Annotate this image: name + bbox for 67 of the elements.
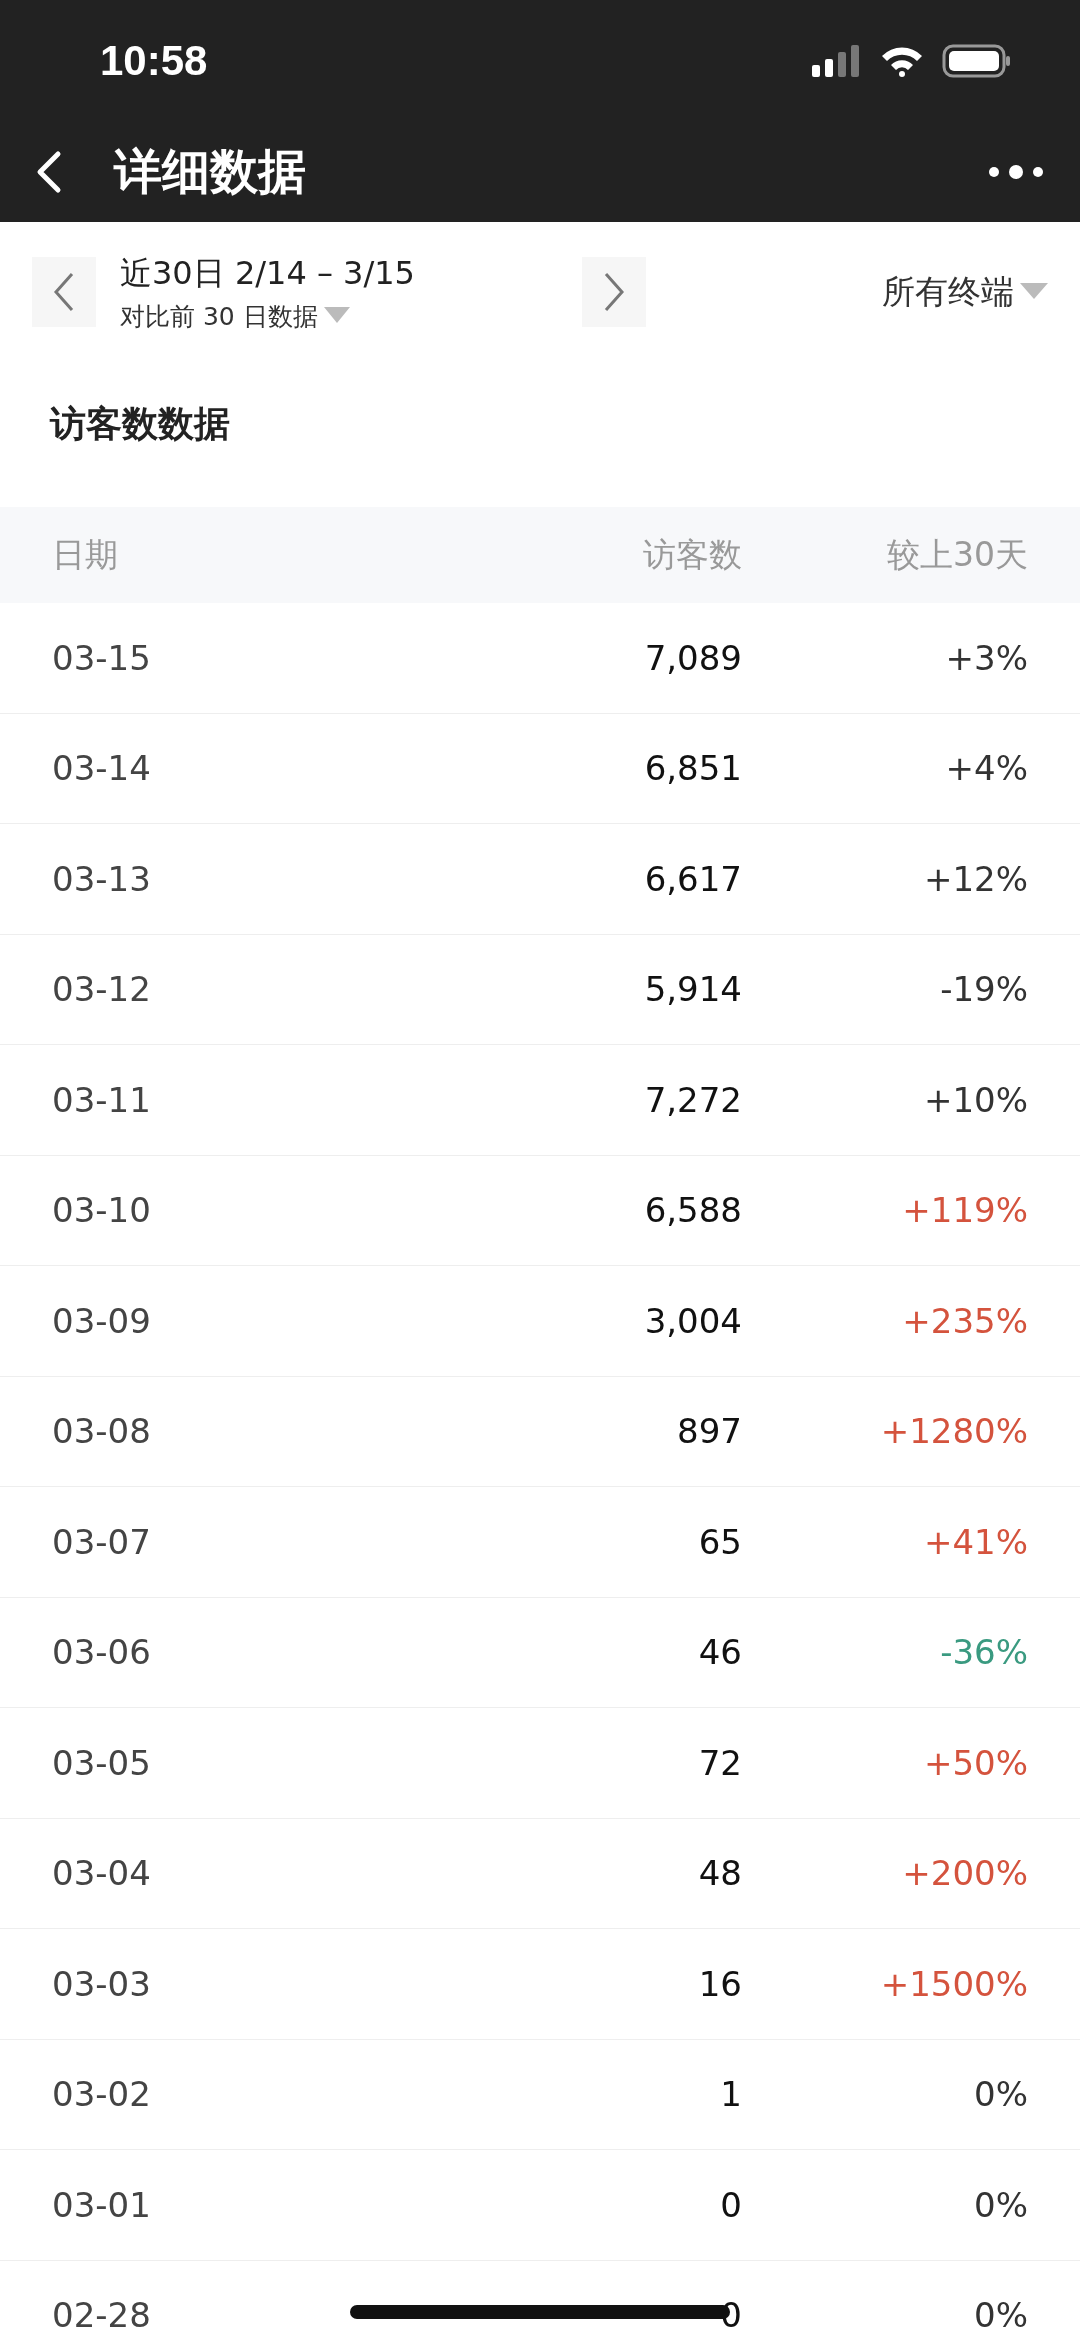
date-cell-text: 03-09 [52,1300,152,1341]
back-icon[interactable] [36,150,62,194]
date-cell-text: 03-11 [52,1079,152,1120]
next-button[interactable] [582,257,646,327]
visitor-count-cell-text: 6,588 [643,1190,742,1231]
visitor-count-cell-text: 48 [697,1853,742,1894]
visitor-count-cell-text: 897 [676,1411,742,1452]
change-cell-text: +200% [901,1853,1028,1894]
visitor-count-cell-text: 3,004 [643,1300,742,1341]
column-header: 访客数 [642,533,742,576]
change-cell-text: +41% [922,1521,1028,1562]
page-title: 详细数据 [114,142,306,201]
date-range: 近30日 2/14 – 3/15 [120,252,416,294]
visitor-count-cell-text: 6,617 [643,858,742,899]
status-time: 10:58 [100,37,208,85]
dropdown-triangle-icon [1020,283,1048,301]
change-cell-text: +1500% [879,1963,1028,2004]
dropdown-triangle-icon [323,307,350,325]
date-cell-text: 03-05 [52,1742,152,1783]
date-cell-text: 03-06 [52,1632,152,1673]
column-header: 较上30天 [886,533,1028,576]
wifi-icon [880,45,924,77]
change-cell-text: +12% [922,858,1028,899]
change-cell-text: +235% [901,1300,1028,1341]
change-cell-text: 0% [973,2295,1028,2336]
signal-icon [812,45,862,77]
visitor-count-cell-text: 7,089 [643,637,742,678]
date-cell-text: 03-10 [52,1190,152,1231]
date-cell-text: 03-08 [52,1411,152,1452]
chevron-left-icon [52,270,76,314]
date-cell-text: 03-03 [52,1963,152,2004]
change-cell-text: +50% [922,1742,1028,1783]
visitor-count-cell-text: 65 [697,1521,742,1562]
change-cell-text: +4% [944,748,1028,789]
date-cell-text: 03-14 [52,748,152,789]
change-cell-text: -36% [939,1632,1028,1673]
date-cell-text: 03-13 [52,858,152,899]
change-cell-text: -19% [939,969,1028,1010]
change-cell-text: +119% [901,1190,1028,1231]
terminal-dropdown[interactable]: 所有终端 [882,269,1048,315]
visitor-count-cell-text: 72 [697,1742,742,1783]
more-icon[interactable] [988,164,1044,180]
date-cell-text: 02-28 [52,2295,152,2336]
change-cell-text: 0% [973,2074,1028,2115]
change-cell-text: +10% [922,1079,1028,1120]
date-cell-text: 03-07 [52,1521,152,1562]
visitor-count-cell-text: 6,851 [643,748,742,789]
change-cell-text: +3% [944,637,1028,678]
date-cell-text: 03-02 [52,2074,152,2115]
visitor-count-cell-text: 5,914 [643,969,742,1010]
date-cell-text: 03-15 [52,637,152,678]
date-cell-text: 03-04 [52,1853,152,1894]
battery-icon [942,44,1012,78]
compare-dropdown[interactable]: 对比前 30 日数据 [120,299,560,333]
visitor-count-cell-text: 16 [697,1963,742,2004]
change-cell-text: +1280% [879,1411,1028,1452]
section-title: 访客数数据 [48,402,231,446]
visitor-count-cell-text: 0 [719,2184,742,2225]
visitor-count-cell-text: 1 [719,2074,742,2115]
column-header: 日期 [52,533,119,576]
visitor-count-cell-text: 7,272 [643,1079,742,1120]
previous-button[interactable] [32,257,96,327]
change-cell-text: 0% [973,2184,1028,2225]
date-cell-text: 03-01 [52,2184,152,2225]
date-cell-text: 03-12 [52,969,152,1010]
chevron-right-icon [602,270,626,314]
visitor-count-cell-text: 46 [697,1632,742,1673]
